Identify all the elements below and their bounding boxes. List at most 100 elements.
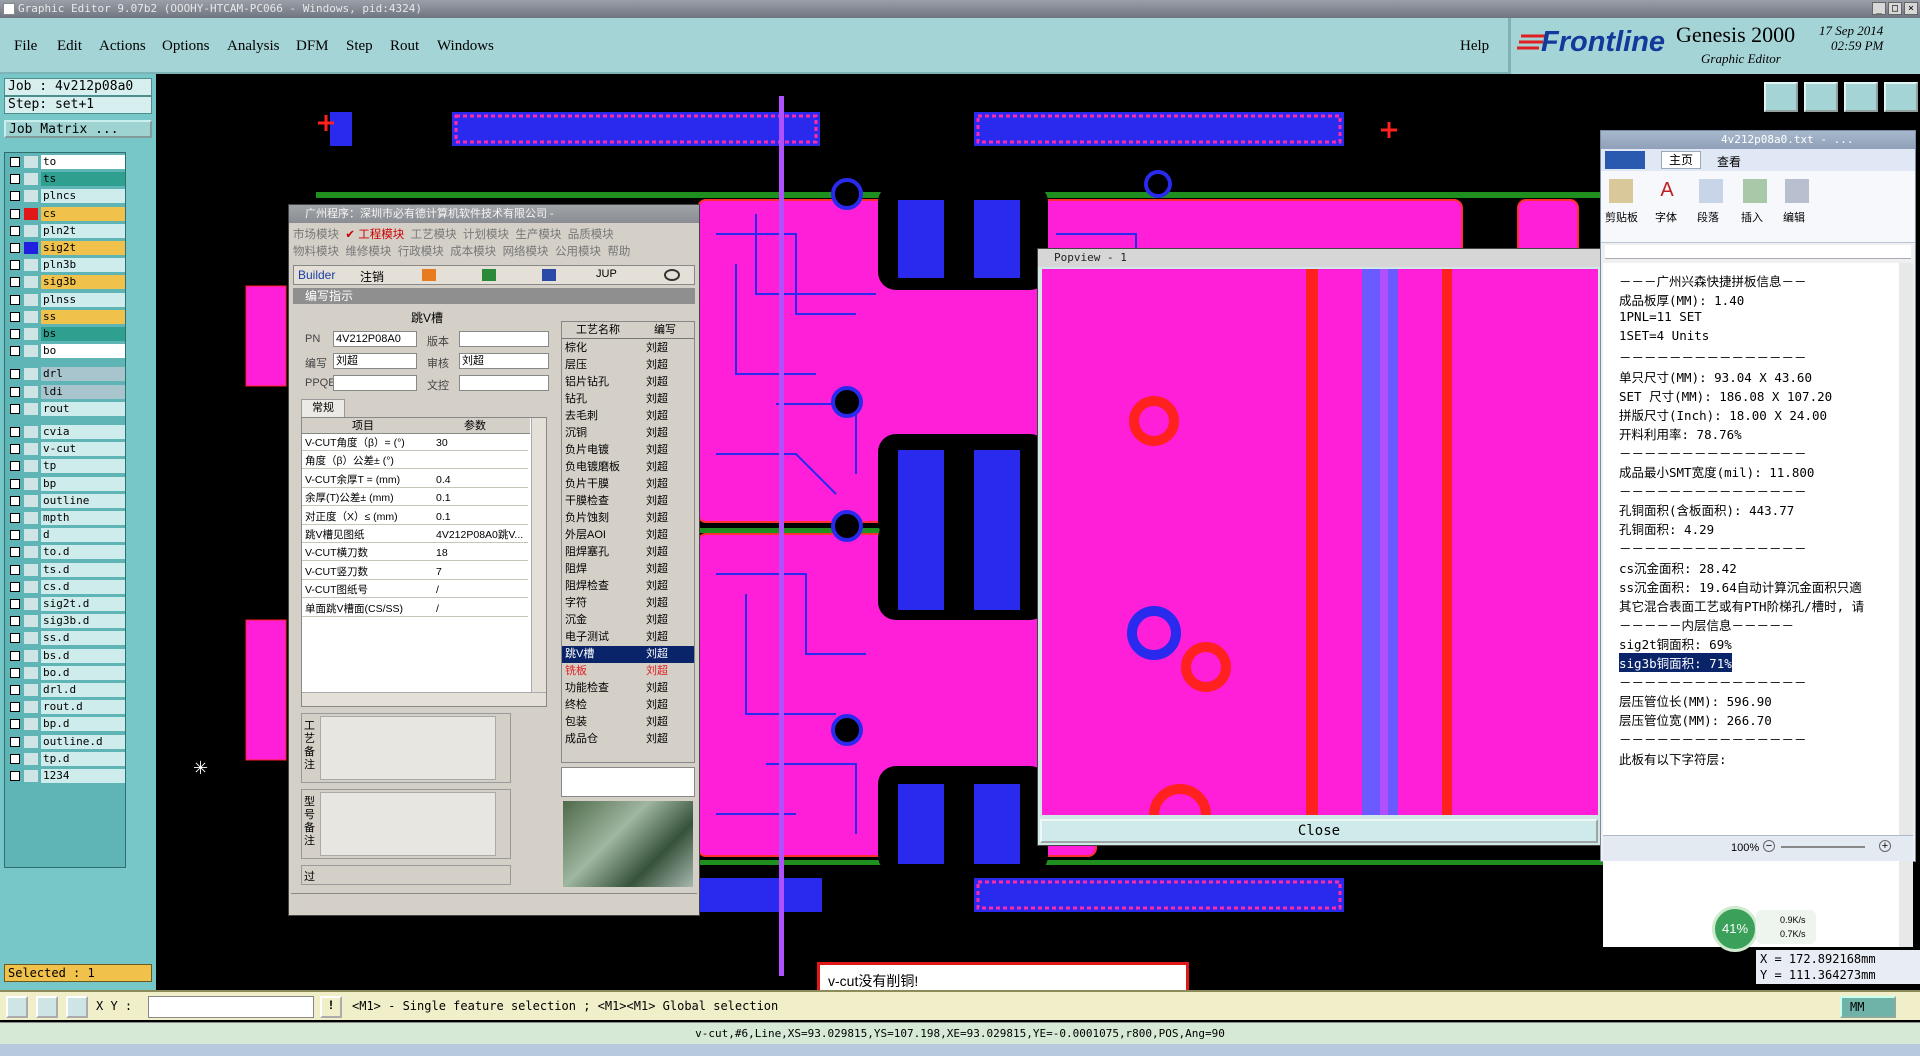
find-icon[interactable]	[1785, 179, 1809, 203]
layer-color-swatch[interactable]	[24, 684, 38, 696]
process-row[interactable]: 层压 刘超	[562, 357, 694, 374]
layer-checkbox[interactable]	[10, 277, 20, 288]
ribbon-paragraph[interactable]: 段落	[1697, 209, 1719, 225]
layer-checkbox[interactable]	[10, 260, 20, 271]
popview-canvas[interactable]	[1042, 269, 1598, 815]
layer-row[interactable]: d	[7, 528, 127, 543]
zoom-out-icon[interactable]: −	[1763, 840, 1775, 852]
layer-row[interactable]: bo	[7, 344, 127, 359]
ribbon-font[interactable]: 字体	[1655, 209, 1677, 225]
layer-name[interactable]: sig3b	[41, 275, 125, 290]
layer-color-swatch[interactable]	[24, 460, 38, 473]
layer-row[interactable]: cs	[7, 206, 127, 221]
layer-name[interactable]: d	[41, 528, 125, 543]
layer-color-swatch[interactable]	[24, 735, 38, 748]
process-row[interactable]: 功能检查 刘超	[562, 680, 694, 697]
layer-color-swatch[interactable]	[24, 402, 38, 415]
layer-row[interactable]: 1234	[7, 769, 127, 783]
layer-row[interactable]: ts.d	[7, 562, 127, 577]
layer-name[interactable]: rout	[41, 401, 125, 416]
layer-checkbox[interactable]	[10, 225, 20, 236]
layer-name[interactable]: ss.d	[41, 631, 125, 646]
menu-plan[interactable]: 计划模块	[463, 229, 509, 241]
layer-row[interactable]: bs.d	[7, 648, 127, 663]
process-row[interactable]: 成品仓 刘超	[562, 731, 694, 748]
app-menu-button[interactable]	[1605, 151, 1645, 169]
units-selector[interactable]: MM	[1840, 996, 1896, 1018]
layer-color-swatch[interactable]	[24, 443, 38, 456]
layer-name[interactable]: to	[41, 155, 125, 169]
open-job-icon[interactable]	[1764, 82, 1798, 112]
font-icon[interactable]: A	[1655, 179, 1679, 203]
layer-checkbox[interactable]	[10, 461, 20, 472]
layer-checkbox[interactable]	[10, 650, 20, 661]
layer-name[interactable]: cs	[41, 206, 125, 221]
process-row[interactable]: 负电镀磨板 刘超	[562, 459, 694, 476]
layer-name[interactable]: ts.d	[41, 562, 125, 577]
param-hscrollbar[interactable]	[302, 692, 546, 706]
layer-row[interactable]: to.d	[7, 545, 127, 560]
layer-row[interactable]: bo.d	[7, 665, 127, 680]
layer-name[interactable]: plncs	[41, 189, 125, 204]
menu-repair[interactable]: 维修模块	[345, 246, 391, 258]
process-input[interactable]	[561, 767, 695, 797]
layer-color-swatch[interactable]	[24, 546, 38, 559]
layer-name[interactable]: tp	[41, 459, 125, 474]
layer-checkbox[interactable]	[10, 530, 20, 541]
process-row[interactable]: 字符 刘超	[562, 595, 694, 612]
layer-name[interactable]: rout.d	[41, 700, 125, 715]
layer-name[interactable]: bs.d	[41, 648, 125, 663]
layer-checkbox[interactable]	[10, 547, 20, 558]
layer-name[interactable]: sig2t	[41, 241, 125, 255]
menu-windows[interactable]: Windows	[437, 38, 494, 55]
layer-color-swatch[interactable]	[24, 173, 38, 186]
layer-name[interactable]: cvia	[41, 425, 125, 439]
process-row[interactable]: 电子测试 刘超	[562, 629, 694, 646]
layer-color-swatch[interactable]	[24, 494, 38, 507]
layer-name[interactable]: cs.d	[41, 579, 125, 594]
layer-color-swatch[interactable]	[24, 701, 38, 714]
paragraph-icon[interactable]	[1699, 179, 1723, 203]
pn-field[interactable]: 4V212P08A0	[333, 331, 417, 347]
layer-row[interactable]: v-cut	[7, 442, 127, 457]
param-row[interactable]: 角度（β）公差± (°)	[302, 453, 528, 470]
layer-color-swatch[interactable]	[24, 385, 38, 398]
layer-checkbox[interactable]	[10, 346, 20, 357]
layer-color-swatch[interactable]	[24, 368, 38, 381]
layer-row[interactable]: mpth	[7, 511, 127, 525]
layer-row[interactable]: to	[7, 155, 127, 169]
param-row[interactable]: V-CUT横刀数 18	[302, 545, 528, 562]
layer-name[interactable]: to.d	[41, 545, 125, 560]
snap-tool-icon[interactable]	[66, 996, 88, 1018]
layer-row[interactable]: ss.d	[7, 631, 127, 646]
layer-row[interactable]: sig3b.d	[7, 614, 127, 629]
layer-row[interactable]: plnss	[7, 292, 127, 307]
layer-color-swatch[interactable]	[24, 666, 38, 679]
process-row[interactable]: 负片干膜 刘超	[562, 476, 694, 493]
param-value[interactable]: 0.1	[436, 509, 526, 525]
layer-name[interactable]: tp.d	[41, 751, 125, 766]
param-value[interactable]: 0.1	[436, 490, 526, 506]
menu-production[interactable]: 生产模块	[515, 229, 561, 241]
tab-view[interactable]: 查看	[1717, 153, 1741, 170]
layer-color-swatch[interactable]	[24, 770, 38, 782]
tab-general[interactable]: 常规	[301, 399, 345, 417]
layer-row[interactable]: drl.d	[7, 683, 127, 697]
param-value[interactable]: 18	[436, 545, 526, 561]
layer-row[interactable]: ts	[7, 172, 127, 187]
layer-color-swatch[interactable]	[24, 563, 38, 576]
layer-row[interactable]: bp.d	[7, 717, 127, 732]
layer-checkbox[interactable]	[10, 243, 20, 253]
excel-icon[interactable]	[482, 269, 496, 281]
menu-quality[interactable]: 品质模块	[568, 229, 614, 241]
layer-checkbox[interactable]	[10, 174, 20, 185]
layer-name[interactable]: sig2t.d	[41, 597, 125, 611]
layer-row[interactable]: ldi	[7, 384, 127, 399]
layer-color-swatch[interactable]	[24, 752, 38, 765]
tab-home[interactable]: 主页	[1661, 151, 1701, 169]
network-gauge[interactable]: 41%	[1712, 906, 1758, 952]
clipboard-icon[interactable]	[1609, 179, 1633, 203]
layer-name[interactable]: bs	[41, 327, 125, 341]
layer-color-swatch[interactable]	[24, 207, 38, 220]
layer-checkbox[interactable]	[10, 771, 20, 781]
